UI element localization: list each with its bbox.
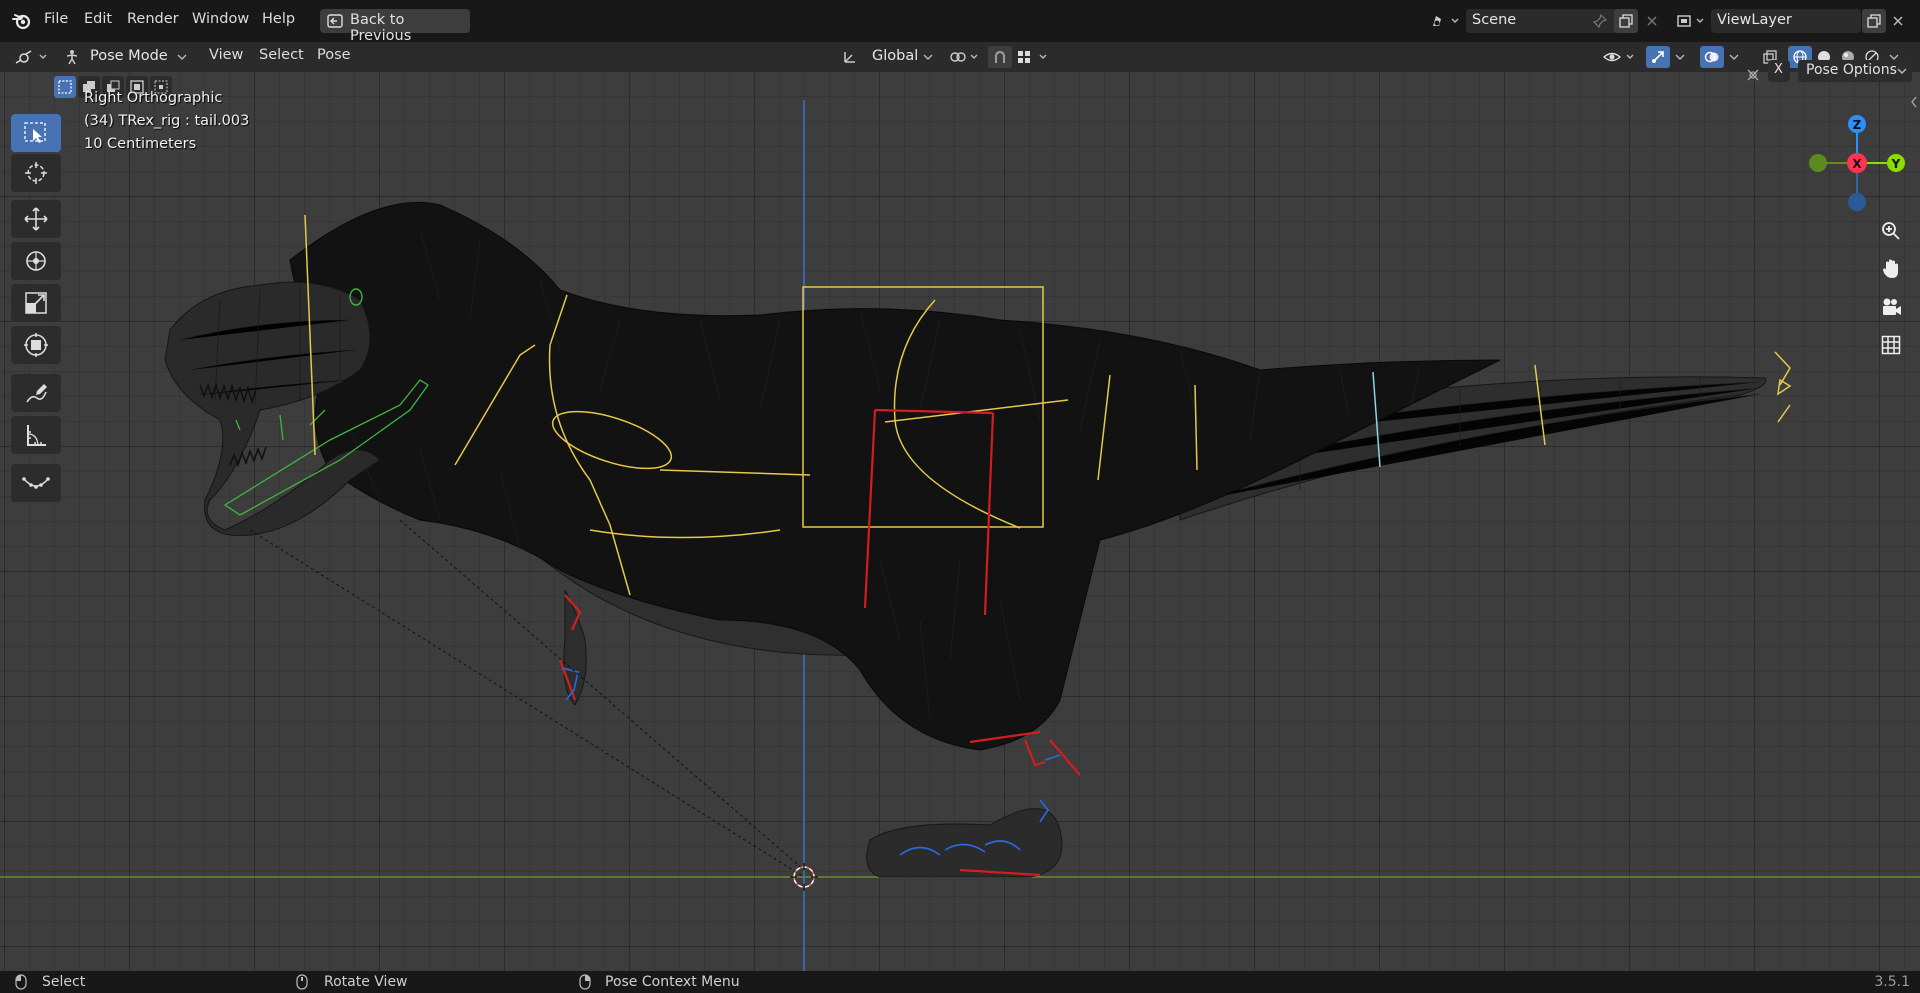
blender-logo-icon[interactable]	[10, 11, 34, 31]
back-to-previous-label: Back to Previous	[350, 12, 412, 44]
orientation-icon	[842, 49, 858, 65]
pivot-point-icon[interactable]	[948, 46, 982, 68]
gizmo-toggle-icon[interactable]	[1646, 46, 1670, 68]
mode-label: Pose Mode	[90, 48, 168, 64]
menu-pose[interactable]: Pose	[317, 47, 351, 63]
pin-icon[interactable]	[1590, 11, 1610, 31]
3d-viewport[interactable]: X Pose Options Right Orthographic (34) T…	[0, 60, 1920, 971]
chevron-down-icon[interactable]	[1672, 46, 1688, 68]
mouse-middle-icon	[295, 974, 309, 990]
menu-file[interactable]: File	[44, 11, 68, 27]
camera-view-button[interactable]	[1876, 292, 1906, 322]
hand-icon	[1883, 259, 1898, 278]
mouse-left-icon	[14, 974, 28, 990]
snap-icon[interactable]	[988, 46, 1012, 68]
menu-help[interactable]: Help	[262, 11, 295, 27]
visibility-icon[interactable]	[1600, 46, 1640, 68]
status-select-label: Select	[42, 974, 86, 990]
sidebar-toggle-icon[interactable]	[1908, 94, 1920, 110]
menu-window[interactable]: Window	[192, 11, 249, 27]
mouse-right-icon	[578, 974, 592, 990]
viewport-header: Pose Mode View Select Pose Global	[0, 42, 1920, 72]
chevron-down-icon	[922, 51, 934, 63]
zoom-icon	[1882, 222, 1900, 240]
orientation-label: Global	[872, 48, 919, 64]
chevron-down-icon	[176, 51, 188, 63]
view-layer-name: ViewLayer	[1717, 12, 1792, 28]
zoom-button[interactable]	[1876, 216, 1906, 246]
foot-mesh	[866, 808, 1063, 878]
perspective-toggle-button[interactable]	[1876, 330, 1906, 360]
new-scene-icon[interactable]	[1614, 9, 1638, 33]
gizmo-z-negative[interactable]	[1848, 193, 1866, 211]
menu-edit[interactable]: Edit	[84, 11, 112, 27]
gizmo-z-label: Z	[1853, 118, 1862, 132]
editor-type-icon[interactable]	[12, 46, 52, 68]
transform-orientation-selector[interactable]: Global	[838, 45, 938, 69]
snap-target-icon[interactable]	[1014, 46, 1054, 68]
mode-selector[interactable]: Pose Mode	[58, 45, 194, 69]
menu-select[interactable]: Select	[259, 47, 304, 63]
scene-name: Scene	[1472, 12, 1517, 28]
camera-icon	[1883, 298, 1901, 315]
overlays-toggle-icon[interactable]	[1700, 46, 1724, 68]
scene-type-icon[interactable]	[1428, 10, 1462, 32]
gizmo-y-label: Y	[1891, 157, 1901, 171]
grid-icon	[1881, 335, 1901, 355]
view-layer-field[interactable]: ViewLayer	[1711, 9, 1861, 33]
pose-mode-icon	[64, 49, 80, 65]
delete-view-layer-icon[interactable]	[1888, 11, 1908, 31]
back-to-previous-button[interactable]: Back to Previous	[320, 9, 470, 44]
top-menu-bar: File Edit Render Window Help Back to Pre…	[0, 0, 1920, 44]
delete-scene-icon[interactable]	[1642, 11, 1662, 31]
new-view-layer-icon[interactable]	[1862, 9, 1886, 33]
scene-canvas	[0, 100, 1920, 971]
gizmo-y-negative[interactable]	[1809, 154, 1827, 172]
version-label: 3.5.1	[1874, 974, 1910, 990]
chevron-down-icon[interactable]	[1726, 46, 1742, 68]
navigation-gizmo[interactable]: Z Y X	[1801, 108, 1911, 218]
gizmo-x-label: X	[1852, 157, 1862, 171]
menu-view[interactable]: View	[209, 47, 243, 63]
status-bar: Select Rotate View Pose Context Menu 3.5…	[0, 971, 1920, 993]
pan-button[interactable]	[1876, 254, 1906, 284]
status-context-label: Pose Context Menu	[605, 974, 740, 990]
status-rotate-label: Rotate View	[324, 974, 408, 990]
menu-render[interactable]: Render	[127, 11, 179, 27]
back-icon	[327, 13, 343, 29]
view-layer-icon[interactable]	[1673, 10, 1707, 32]
